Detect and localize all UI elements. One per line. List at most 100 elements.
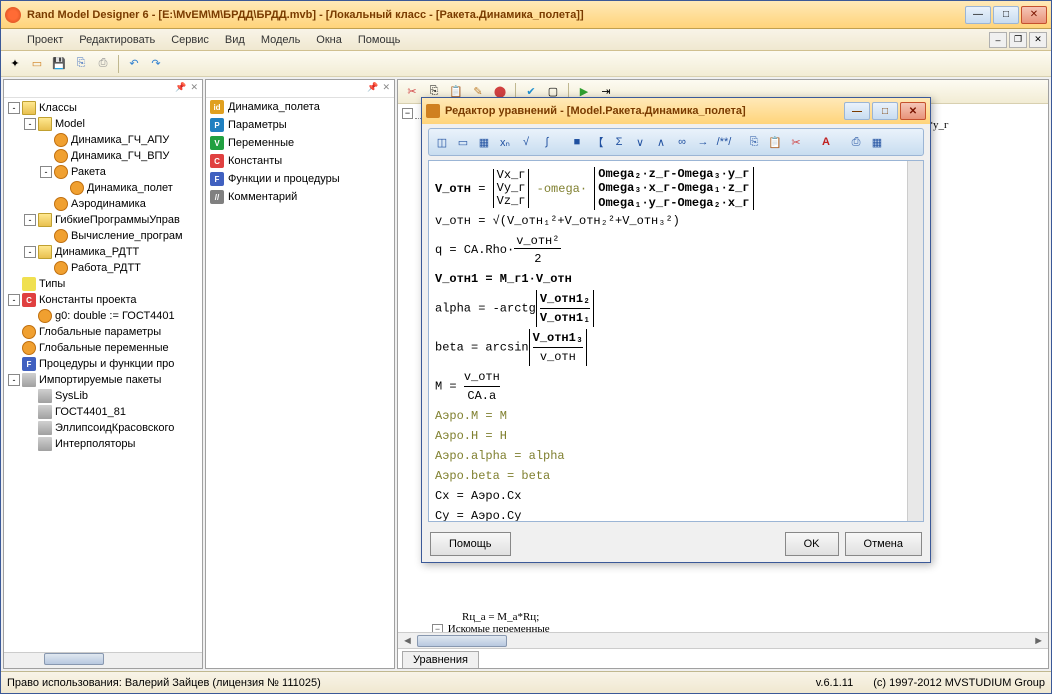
tree-item[interactable]: ЭллипсоидКрасовского	[6, 420, 200, 436]
tree-item[interactable]: Аэродинамика	[6, 196, 200, 212]
menu-edit[interactable]: Редактировать	[71, 32, 163, 48]
mdi-minimize[interactable]: –	[989, 32, 1007, 48]
dtb-sqrt[interactable]: √	[517, 133, 535, 151]
dlg-max[interactable]: □	[872, 102, 898, 120]
dtb-inf[interactable]: ∞	[673, 133, 691, 151]
tb-print[interactable]: ⎙	[93, 54, 113, 74]
tree-item[interactable]: FПроцедуры и функции про	[6, 356, 200, 372]
tree-item[interactable]: Динамика_ГЧ_ВПУ	[6, 148, 200, 164]
dlg-min[interactable]: —	[844, 102, 870, 120]
dlg-close[interactable]: ✕	[900, 102, 926, 120]
tab-equations[interactable]: Уравнения	[402, 651, 479, 668]
etb-cut[interactable]: ✂	[402, 82, 422, 102]
class-section-item[interactable]: PПараметры	[206, 116, 394, 134]
dtb-bracket[interactable]: 【	[589, 133, 607, 151]
tree-item[interactable]: ГОСТ4401_81	[6, 404, 200, 420]
dtb-sum[interactable]: Σ	[610, 133, 628, 151]
panel-close-icon[interactable]: ✕	[190, 82, 198, 95]
sb-license: Право использования: Валерий Зайцев (лиц…	[7, 677, 321, 689]
tree-item[interactable]: -Динамика_РДТТ	[6, 244, 200, 260]
minimize-button[interactable]: —	[965, 6, 991, 24]
tree-item[interactable]: -Ракета	[6, 164, 200, 180]
dtb-integral[interactable]: ∫	[538, 133, 556, 151]
tree-item[interactable]: -ГибкиеПрограммыУправ	[6, 212, 200, 228]
menu-model[interactable]: Модель	[253, 32, 308, 48]
tree-item[interactable]: -CКонстанты проекта	[6, 292, 200, 308]
tree-item[interactable]: Глобальные параметры	[6, 324, 200, 340]
main-toolbar: ✦ ▭ 💾 ⎘ ⎙ ↶ ↷	[1, 51, 1051, 77]
dlg-help-button[interactable]: Помощь	[430, 532, 511, 556]
equation-editor-dialog: Редактор уравнений - [Model.Ракета.Динам…	[421, 97, 931, 563]
dtb-comment[interactable]: /**/	[715, 133, 733, 151]
statusbar: Право использования: Валерий Зайцев (лиц…	[1, 671, 1051, 693]
project-tree-panel: 📌✕ -Классы-ModelДинамика_ГЧ_АПУДинамика_…	[3, 79, 203, 669]
app-icon	[5, 7, 21, 23]
class-section-item[interactable]: //Комментарий	[206, 188, 394, 206]
close-button[interactable]: ✕	[1021, 6, 1047, 24]
dtb-paste[interactable]: 📋	[766, 133, 784, 151]
project-tree[interactable]: -Классы-ModelДинамика_ГЧ_АПУДинамика_ГЧ_…	[4, 98, 202, 652]
dtb-up[interactable]: ∨	[631, 133, 649, 151]
tree-item[interactable]: Динамика_ГЧ_АПУ	[6, 132, 200, 148]
right-hscroll[interactable]: ◄ ►	[398, 632, 1048, 648]
dtb-bold[interactable]: ■	[568, 133, 586, 151]
menu-icon	[5, 33, 19, 47]
tree-item[interactable]: Работа_РДТТ	[6, 260, 200, 276]
dialog-icon	[426, 104, 440, 118]
tab-strip: Уравнения	[398, 648, 1048, 668]
dtb-matrix[interactable]: ▦	[475, 133, 493, 151]
class-section-item[interactable]: FФункции и процедуры	[206, 170, 394, 188]
window-title: Rand Model Designer 6 - [E:\MvEM\M\БРДД\…	[27, 9, 965, 21]
mdi-close[interactable]: ✕	[1029, 32, 1047, 48]
tree-item[interactable]: Динамика_полет	[6, 180, 200, 196]
dlg-cancel-button[interactable]: Отмена	[845, 532, 922, 556]
tree-item[interactable]: -Классы	[6, 100, 200, 116]
dtb-index[interactable]: xₙ	[496, 133, 514, 151]
menu-view[interactable]: Вид	[217, 32, 253, 48]
class-section-item[interactable]: CКонстанты	[206, 152, 394, 170]
class-section-item[interactable]: VПеременные	[206, 134, 394, 152]
pin-icon[interactable]: 📌	[175, 82, 186, 95]
tb-new[interactable]: ✦	[5, 54, 25, 74]
dtb-down[interactable]: ∧	[652, 133, 670, 151]
mid-close-icon[interactable]: ✕	[382, 82, 390, 95]
mdi-restore[interactable]: ❐	[1009, 32, 1027, 48]
tree-item[interactable]: Вычисление_програм	[6, 228, 200, 244]
dtb-font[interactable]: A	[817, 133, 835, 151]
dtb-save[interactable]: ▦	[868, 133, 886, 151]
expander2[interactable]: −	[432, 624, 443, 632]
dtb-cut[interactable]: ✂	[787, 133, 805, 151]
code-bottom-1: Rц_a = M_a*Rц;	[402, 611, 1046, 623]
maximize-button[interactable]: □	[993, 6, 1019, 24]
class-content-panel: 📌 ✕ idДинамика_полетаPПараметрыVПеременны…	[205, 79, 395, 669]
dlg-vscroll[interactable]	[907, 161, 923, 521]
tb-undo[interactable]: ↶	[124, 54, 144, 74]
tree-item[interactable]: Интерполяторы	[6, 436, 200, 452]
tb-saveall[interactable]: ⎘	[71, 54, 91, 74]
dlg-ok-button[interactable]: OK	[785, 532, 839, 556]
dtb-arrow[interactable]: →	[694, 133, 712, 151]
mid-pin-icon[interactable]: 📌	[367, 82, 378, 95]
tree-item[interactable]: Глобальные переменные	[6, 340, 200, 356]
tree-item[interactable]: -Импортируемые пакеты	[6, 372, 200, 388]
tree-item[interactable]: -Model	[6, 116, 200, 132]
tree-item[interactable]: g0: double := ГОСТ4401	[6, 308, 200, 324]
left-hscroll[interactable]	[4, 652, 202, 668]
menu-service[interactable]: Сервис	[163, 32, 217, 48]
menu-help[interactable]: Помощь	[350, 32, 409, 48]
tb-redo[interactable]: ↷	[146, 54, 166, 74]
expander[interactable]: −	[402, 108, 413, 119]
dtb-print[interactable]: ⎙	[847, 133, 865, 151]
menu-project[interactable]: Проект	[19, 32, 71, 48]
dtb-split[interactable]: ◫	[433, 133, 451, 151]
tree-item[interactable]: SysLib	[6, 388, 200, 404]
dtb-copy[interactable]: ⎘	[745, 133, 763, 151]
class-section-item[interactable]: idДинамика_полета	[206, 98, 394, 116]
dialog-titlebar[interactable]: Редактор уравнений - [Model.Ракета.Динам…	[422, 98, 930, 124]
tree-item[interactable]: Типы	[6, 276, 200, 292]
tb-open[interactable]: ▭	[27, 54, 47, 74]
tb-save[interactable]: 💾	[49, 54, 69, 74]
equation-content[interactable]: V_отн = Vx_гVy_гVz_г -omega· Omega₂·z_г-…	[428, 160, 924, 522]
menu-windows[interactable]: Окна	[308, 32, 350, 48]
dtb-row[interactable]: ▭	[454, 133, 472, 151]
